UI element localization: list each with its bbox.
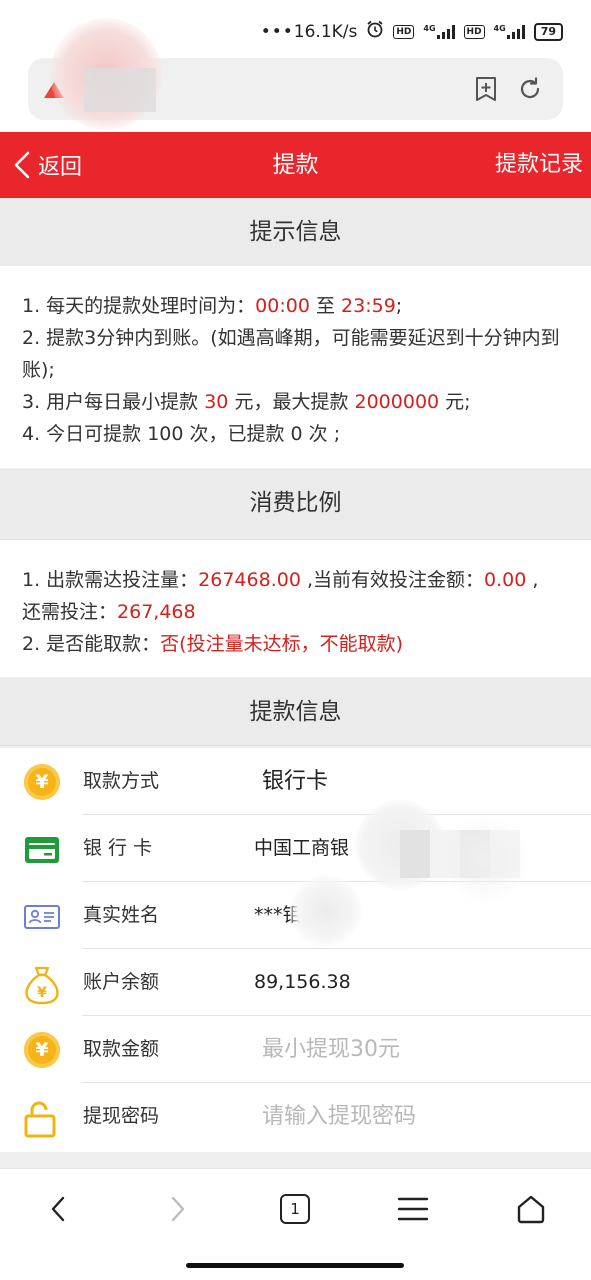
blurred-region	[290, 875, 362, 947]
ratio-line-3: 2. 是否能取款：否(投注量未达标，不能取款)	[22, 633, 403, 655]
balance-row: ¥ 账户余额 89,156.38	[0, 949, 591, 1016]
yuan-coin-icon: ¥	[24, 764, 60, 800]
menu-icon[interactable]	[391, 1187, 435, 1231]
bank-label: 银 行 卡	[83, 837, 153, 859]
battery-indicator: 79	[533, 22, 563, 41]
bank-card-icon	[22, 830, 62, 870]
bookmark-add-icon[interactable]	[472, 75, 500, 103]
page-header: 返回 提款 提款记录	[0, 132, 591, 198]
method-select[interactable]: 银行卡	[262, 748, 328, 815]
alarm-icon	[366, 20, 384, 43]
home-icon[interactable]	[509, 1187, 553, 1231]
forward-nav-icon[interactable]	[156, 1187, 200, 1231]
ratio-section-title: 消费比例	[0, 469, 591, 537]
browser-bottom-nav: 1	[0, 1168, 591, 1280]
network-speed: •••16.1K/s	[260, 21, 358, 42]
withdraw-form: ¥ 取款方式 银行卡 银 行 卡 中国工商银 真实姓名 ***钼 ¥ 账户余额 …	[0, 748, 591, 1152]
withdraw-records-link[interactable]: 提款记录	[495, 132, 583, 198]
balance-label: 账户余额	[83, 971, 160, 993]
tab-count: 1	[280, 1194, 310, 1224]
ratio-section: 1. 出款需达投注量：267468.00 ,当前有效投注金额：0.00 , 还需…	[0, 539, 591, 677]
tips-section-title: 提示信息	[0, 198, 591, 266]
amount-row: ¥ 取款金额 最小提现30元	[0, 1016, 591, 1083]
password-label: 提现密码	[83, 1105, 160, 1127]
method-label: 取款方式	[83, 770, 160, 792]
bank-value: 中国工商银	[254, 837, 350, 859]
amount-input[interactable]: 最小提现30元	[262, 1016, 400, 1083]
home-indicator[interactable]	[186, 1263, 404, 1268]
tips-section: 1. 每天的提款处理时间为：00:00 至 23:59; 2. 提款3分钟内到账…	[0, 266, 591, 468]
svg-text:¥: ¥	[37, 985, 47, 1001]
back-nav-icon[interactable]	[36, 1187, 80, 1231]
amount-label: 取款金额	[83, 1038, 160, 1060]
id-card-icon	[22, 897, 62, 937]
address-bar[interactable]	[28, 18, 563, 130]
tip-line-3: 3. 用户每日最小提款 30 元，最大提款 2000000 元;	[22, 391, 471, 413]
tip-line-2: 2. 提款3分钟内到账。(如遇高峰期，可能需要延迟到十分钟内到账);	[22, 327, 560, 381]
hd-badge-2: HD	[463, 24, 485, 39]
password-input[interactable]: 请输入提现密码	[262, 1083, 416, 1150]
balance-value: 89,156.38	[254, 971, 351, 993]
yuan-coin-icon-2: ¥	[24, 1032, 60, 1068]
withdraw-section-title: 提款信息	[0, 678, 591, 746]
unlock-icon	[22, 1098, 62, 1138]
name-label: 真实姓名	[83, 904, 160, 926]
browser-toolbar	[0, 18, 591, 132]
password-row: 提现密码 请输入提现密码	[0, 1083, 591, 1150]
money-bag-icon: ¥	[22, 964, 62, 1005]
blurred-region	[440, 815, 530, 905]
ratio-line-2: 还需投注：267,468	[22, 601, 196, 623]
signal-icon: 4G	[423, 24, 455, 39]
blurred-url	[84, 68, 156, 112]
signal-icon-2: 4G	[494, 24, 525, 39]
tabs-button[interactable]: 1	[273, 1187, 317, 1231]
tip-line-4: 4. 今日可提款 100 次，已提款 0 次 ;	[22, 423, 341, 445]
method-row: ¥ 取款方式 银行卡	[0, 748, 591, 815]
status-indicators: •••16.1K/s HD 4G HD 4G 79	[261, 20, 563, 43]
tip-line-1: 1. 每天的提款处理时间为：00:00 至 23:59;	[22, 295, 403, 317]
ratio-line-1: 1. 出款需达投注量：267468.00 ,当前有效投注金额：0.00 ,	[22, 569, 539, 591]
hd-badge: HD	[393, 24, 415, 39]
refresh-icon[interactable]	[516, 75, 544, 103]
